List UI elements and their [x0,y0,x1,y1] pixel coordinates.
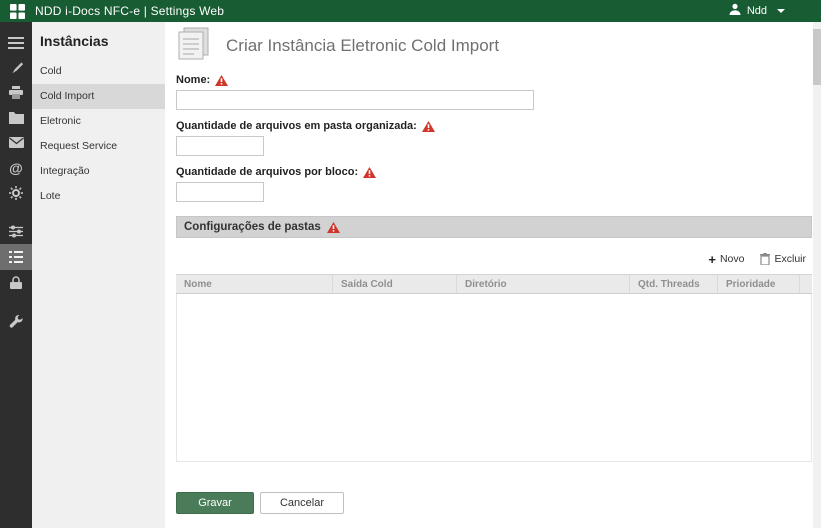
sidebar-item-lote[interactable]: Lote [32,184,165,209]
sidebar-item-request-service[interactable]: Request Service [32,134,165,159]
col-header-diretorio: Diretório [457,275,630,293]
section-header: Configurações de pastas [176,216,812,238]
table-header-row: Nome Saída Cold Diretório Qtd. Threads P… [176,274,812,294]
at-icon[interactable]: @ [0,155,32,180]
new-button[interactable]: + Novo [708,253,744,266]
wrench-icon[interactable] [0,309,32,334]
trash-icon [760,253,771,265]
page-title: Criar Instância Eletronic Cold Import [226,36,500,55]
vertical-scrollbar[interactable] [813,22,821,528]
brush-icon[interactable] [0,55,32,80]
col-header-saida-cold: Saída Cold [333,275,457,293]
topbar: NDD i-Docs NFC-e | Settings Web Ndd [0,0,821,22]
delete-button[interactable]: Excluir [760,253,806,265]
sidebar-item-cold-import[interactable]: Cold Import [32,84,165,109]
documents-icon [176,27,214,66]
user-name: Ndd [746,5,767,17]
panel-title: Instâncias [40,33,109,49]
form-actions: Gravar Cancelar [176,492,812,514]
nome-input[interactable] [176,90,534,110]
warning-icon [326,221,340,233]
list-icon[interactable] [0,244,32,270]
nome-label: Nome: [176,73,812,87]
folder-icon[interactable] [0,105,32,130]
col-header-prioridade: Prioridade [718,275,800,293]
app-logo-icon [10,3,25,19]
plus-icon: + [708,251,716,267]
page-header: Criar Instância Eletronic Cold Import [176,27,812,66]
mail-icon[interactable] [0,130,32,155]
app-window: NDD i-Docs NFC-e | Settings Web Ndd @ In… [0,0,821,528]
printer-icon[interactable] [0,80,32,105]
sidebar-item-eletronic[interactable]: Eletronic [32,109,165,134]
table-body-empty [176,294,812,462]
scrollbar-thumb[interactable] [813,29,821,85]
qtd-por-bloco-label: Quantidade de arquivos por bloco: [176,165,812,179]
warning-icon [215,74,229,86]
qtd-pasta-organizada-input[interactable] [176,136,264,156]
section-title: Configurações de pastas [184,221,321,233]
qtd-pasta-organizada-label: Quantidade de arquivos em pasta organiza… [176,119,812,133]
sidebar-item-integracao[interactable]: Integração [32,159,165,184]
col-header-nome: Nome [176,275,333,293]
app-title: NDD i-Docs NFC-e | Settings Web [35,4,225,18]
grid-toolbar: + Novo Excluir [176,250,806,268]
icon-sidebar: @ [0,22,32,528]
lock-icon[interactable] [0,270,32,295]
instances-panel: Instâncias Cold Cold Import Eletronic Re… [32,22,165,528]
col-header-blank [800,275,812,293]
main-content: Criar Instância Eletronic Cold Import No… [165,22,821,528]
chevron-down-icon [777,9,785,13]
cancel-button[interactable]: Cancelar [260,492,344,514]
user-menu[interactable]: Ndd [729,2,813,20]
gear-icon[interactable] [0,180,32,205]
menu-icon[interactable] [0,30,32,55]
sliders-icon[interactable] [0,219,32,244]
warning-icon [363,166,377,178]
col-header-qtd-threads: Qtd. Threads [630,275,718,293]
qtd-por-bloco-input[interactable] [176,182,264,202]
save-button[interactable]: Gravar [176,492,254,514]
sidebar-item-cold[interactable]: Cold [32,59,165,84]
user-icon [729,2,741,20]
warning-icon [421,120,435,132]
